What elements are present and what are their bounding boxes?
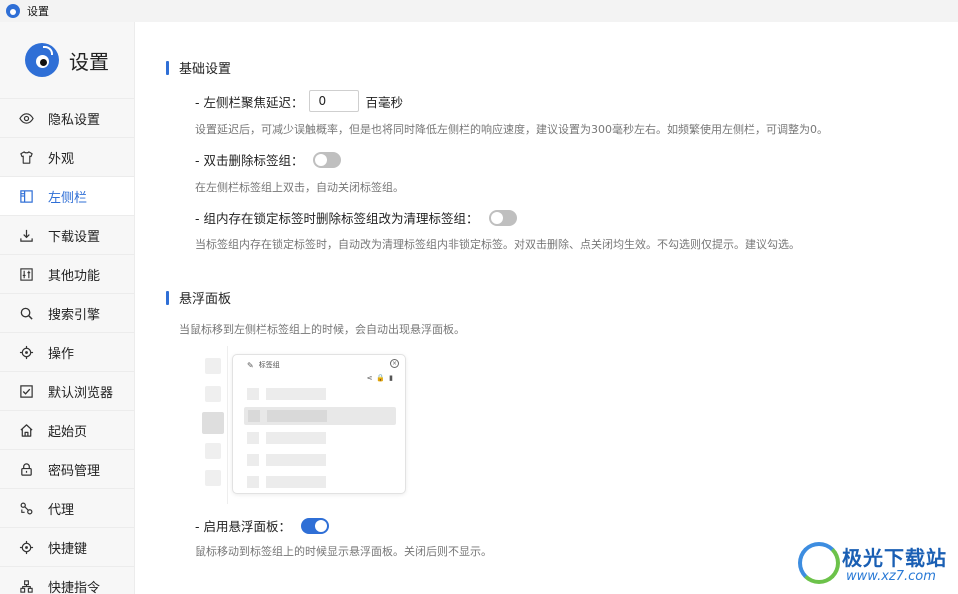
sidebar-item-privacy[interactable]: 隐私设置: [0, 98, 134, 137]
preview-panel: ✎ 标签组 × ⋖🔒▮: [232, 354, 406, 494]
section-basic: 基础设置: [166, 58, 231, 77]
sidebar-item-search-engine[interactable]: 搜索引擎: [0, 293, 134, 332]
command-icon: [18, 578, 34, 594]
toggle-knob: [314, 519, 327, 532]
enable-hover-desc: 鼠标移动到标签组上的时候显示悬浮面板。关闭后则不显示。: [195, 545, 492, 558]
focus-delay-label: - 左侧栏聚焦延迟：: [195, 94, 304, 110]
sidebar-item-label: 搜索引擎: [48, 307, 101, 323]
sidebar-header: 设置: [0, 22, 134, 98]
app-logo-icon: [6, 4, 20, 18]
focus-delay-unit: 百毫秒: [365, 94, 403, 110]
locked-tab-option: - 组内存在锁定标签时删除标签组改为清理标签组：: [195, 208, 517, 227]
eye-icon: [18, 110, 34, 126]
toggle-knob: [490, 211, 503, 224]
hover-panel-preview: ✎ 标签组 × ⋖🔒▮: [198, 346, 408, 504]
target-icon: [18, 539, 34, 555]
brand-logo-icon: [25, 43, 59, 77]
preview-panel-title: ✎ 标签组: [247, 360, 280, 370]
close-icon: ×: [390, 359, 399, 368]
preview-tab-strip: [198, 346, 228, 504]
proxy-icon: [18, 500, 34, 516]
sidebar: 设置 隐私设置 外观 左侧栏 下载设置 其他功能 搜索引擎 操作 默认浏览器 起…: [0, 22, 135, 594]
title-bar: 设置: [0, 0, 958, 22]
section-hover-title: 悬浮面板: [179, 292, 232, 307]
watermark-url: www.xz7.com: [846, 569, 936, 584]
section-accent-bar: [166, 290, 169, 305]
pencil-icon: ✎: [247, 360, 254, 370]
sidebar-item-appearance[interactable]: 外观: [0, 137, 134, 176]
locked-tab-desc: 当标签组内存在锁定标签时，自动改为清理标签组内非锁定标签。对双击删除、点关闭均生…: [195, 238, 800, 251]
crosshair-icon: [18, 344, 34, 360]
sidebar-item-label: 默认浏览器: [48, 385, 114, 401]
focus-delay-input[interactable]: [309, 90, 360, 112]
sidebar-item-left-sidebar[interactable]: 左侧栏: [0, 176, 134, 215]
sidebar-item-label: 下载设置: [48, 229, 101, 245]
download-icon: [18, 227, 34, 243]
sidebar-item-label: 左侧栏: [48, 190, 88, 206]
settings-content: 基础设置 - 左侧栏聚焦延迟： 百毫秒 设置延迟后，可减少误触概率，但是也将同时…: [135, 22, 958, 594]
sidebar-item-proxy[interactable]: 代理: [0, 488, 134, 527]
sidebar-nav: 隐私设置 外观 左侧栏 下载设置 其他功能 搜索引擎 操作 默认浏览器 起始页 …: [0, 98, 134, 594]
sidebar-item-label: 快捷指令: [48, 580, 101, 594]
sidebar-item-operation[interactable]: 操作: [0, 332, 134, 371]
sidebar-item-other[interactable]: 其他功能: [0, 254, 134, 293]
dblclick-delete-option: - 双击删除标签组：: [195, 150, 342, 169]
locked-tab-toggle[interactable]: [488, 209, 517, 226]
sidebar-item-label: 操作: [48, 346, 75, 362]
sidebar-item-label: 隐私设置: [48, 112, 101, 128]
section-hover-panel: 悬浮面板: [166, 288, 231, 307]
sidebar-item-label: 起始页: [48, 424, 88, 440]
site-watermark: 极光下载站 www.xz7.com: [798, 540, 958, 590]
enable-hover-label: - 启用悬浮面板：: [195, 519, 291, 534]
window-title: 设置: [27, 5, 49, 18]
toggle-knob: [315, 153, 328, 166]
preview-title-text: 标签组: [258, 361, 280, 369]
hover-panel-intro: 当鼠标移到左侧栏标签组上的时候，会自动出现悬浮面板。: [179, 323, 465, 336]
sidebar-item-default-browser[interactable]: 默认浏览器: [0, 371, 134, 410]
sidebar-item-label: 其他功能: [48, 268, 101, 284]
watermark-logo-icon: [798, 542, 840, 584]
dblclick-delete-desc: 在左侧栏标签组上双击，自动关闭标签组。: [195, 181, 404, 194]
section-accent-bar: [166, 60, 169, 75]
locked-tab-label: - 组内存在锁定标签时删除标签组改为清理标签组：: [195, 211, 479, 226]
dblclick-delete-toggle[interactable]: [313, 151, 342, 168]
preview-tools-icons: ⋖🔒▮: [366, 374, 397, 382]
shirt-icon: [18, 149, 34, 165]
sidebar-item-start-page[interactable]: 起始页: [0, 410, 134, 449]
sidebar-title: 设置: [69, 49, 109, 74]
watermark-title: 极光下载站: [842, 546, 947, 570]
checkbox-icon: [18, 383, 34, 399]
sidebar-item-quick-commands[interactable]: 快捷指令: [0, 566, 134, 594]
sidebar-layout-icon: [18, 188, 34, 204]
sliders-icon: [18, 266, 34, 282]
dblclick-delete-label: - 双击删除标签组：: [195, 153, 304, 168]
sidebar-item-shortcuts[interactable]: 快捷键: [0, 527, 134, 566]
sidebar-item-label: 快捷键: [48, 541, 88, 557]
focus-delay-desc: 设置延迟后，可减少误触概率，但是也将同时降低左侧栏的响应速度，建议设置为300毫…: [195, 123, 828, 136]
sidebar-item-label: 密码管理: [48, 463, 101, 479]
sidebar-item-label: 外观: [48, 151, 75, 167]
search-icon: [18, 305, 34, 321]
enable-hover-option: - 启用悬浮面板：: [195, 516, 329, 535]
sidebar-item-label: 代理: [48, 502, 75, 518]
sidebar-item-password[interactable]: 密码管理: [0, 449, 134, 488]
focus-delay-option: - 左侧栏聚焦延迟： 百毫秒: [195, 90, 403, 112]
home-icon: [18, 422, 34, 438]
sidebar-item-download[interactable]: 下载设置: [0, 215, 134, 254]
enable-hover-toggle[interactable]: [300, 517, 329, 534]
lock-icon: [18, 461, 34, 477]
section-basic-title: 基础设置: [179, 62, 232, 77]
